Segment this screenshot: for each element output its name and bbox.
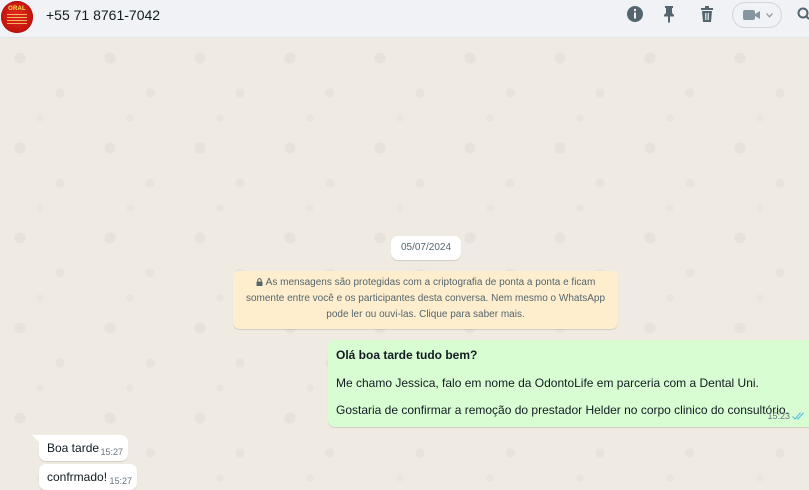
incoming-message[interactable]: Boa tarde 15:27 [39,435,128,461]
outgoing-message-meta: 15:23 [767,411,805,421]
outgoing-message-line-2: Me chamo Jessica, falo em nome da Odonto… [336,376,759,390]
chat-area[interactable]: 05/07/2024 As mensagens são protegidas c… [0,38,809,490]
lock-icon [256,278,263,286]
avatar-logo-text: ORAL [8,6,26,12]
incoming-message[interactable]: confrmado! 15:27 [39,464,137,490]
outgoing-message-line-1: Olá boa tarde tudo bem? [336,348,478,362]
info-icon[interactable] [626,5,646,25]
search-icon[interactable] [797,5,809,25]
contact-avatar[interactable]: ORAL [1,1,33,33]
outgoing-message[interactable]: Olá boa tarde tudo bem? Me chamo Jessica… [328,340,809,427]
avatar-logo-decoration [7,14,27,26]
outgoing-message-line-3: Gostaria de confirmar a remoção do prest… [336,403,789,417]
encryption-notice-line-1: As mensagens são protegidas com a cripto… [245,275,606,291]
contact-name[interactable]: +55 71 8761-7042 [46,7,160,23]
encryption-notice-line-3: pode ler ou ouvi-las. Clique para saber … [326,309,525,320]
encryption-notice[interactable]: As mensagens são protegidas com a cripto… [233,271,618,329]
date-chip: 05/07/2024 [391,236,461,260]
outgoing-message-time: 15:23 [767,411,790,421]
chevron-down-icon [766,13,773,18]
incoming-message-time: 15:27 [100,447,123,457]
incoming-message-text: Boa tarde [47,441,100,455]
video-call-icon [743,10,760,20]
encryption-notice-text-1: As mensagens são protegidas com a cripto… [265,277,596,288]
pin-icon[interactable] [661,5,681,25]
incoming-message-time: 15:27 [109,476,132,486]
read-ticks-icon [792,412,804,420]
incoming-message-text: confrmado! [47,470,108,484]
chat-header: ORAL +55 71 8761-7042 [0,0,809,38]
video-call-button[interactable] [732,2,782,28]
trash-icon[interactable] [699,5,719,25]
encryption-notice-line-2: somente entre você e os participantes de… [245,293,606,304]
